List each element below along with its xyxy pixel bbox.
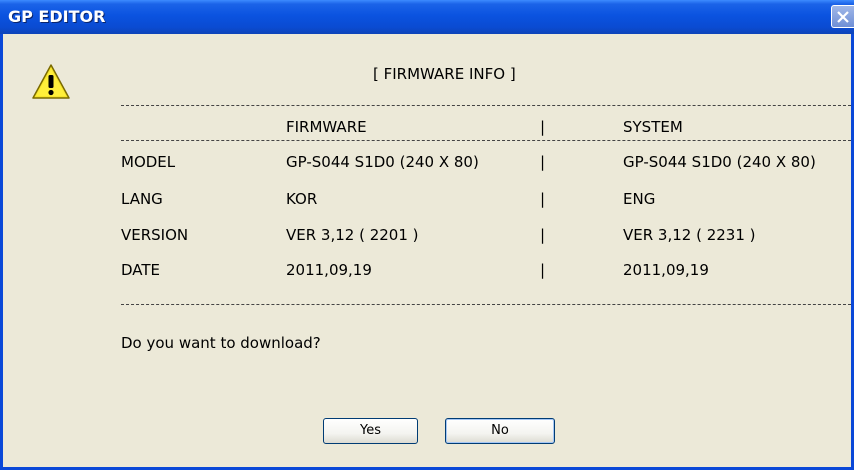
- system-value: GP-S044 S1D0 (240 X 80): [623, 153, 816, 171]
- divider-top: [121, 105, 851, 106]
- row-label: LANG: [121, 190, 163, 208]
- column-separator: |: [540, 261, 546, 279]
- row-label: MODEL: [121, 153, 176, 171]
- close-button[interactable]: [831, 5, 854, 28]
- firmware-value: KOR: [286, 190, 318, 208]
- close-icon: [837, 11, 849, 23]
- dialog-content: [ FIRMWARE INFO ] FIRMWARE | SYSTEM MODE…: [3, 34, 854, 470]
- row-label: VERSION: [121, 226, 189, 244]
- no-button[interactable]: No: [445, 418, 555, 444]
- row-label: DATE: [121, 261, 161, 279]
- column-separator: |: [540, 118, 546, 136]
- title-bar[interactable]: GP EDITOR: [0, 0, 854, 34]
- system-value: VER 3,12 ( 2231 ): [623, 226, 756, 244]
- download-question: Do you want to download?: [121, 334, 321, 352]
- firmware-info-heading: [ FIRMWARE INFO ]: [373, 65, 516, 83]
- firmware-value: 2011,09,19: [286, 261, 372, 279]
- window-title: GP EDITOR: [8, 7, 106, 26]
- yes-button[interactable]: Yes: [323, 418, 418, 444]
- divider-bottom: [121, 304, 851, 305]
- firmware-value: GP-S044 S1D0 (240 X 80): [286, 153, 479, 171]
- column-separator: |: [540, 153, 546, 171]
- column-separator: |: [540, 226, 546, 244]
- divider-header: [121, 140, 851, 141]
- system-value: ENG: [623, 190, 656, 208]
- firmware-value: VER 3,12 ( 2201 ): [286, 226, 419, 244]
- column-separator: |: [540, 190, 546, 208]
- column-header-firmware: FIRMWARE: [286, 118, 367, 136]
- system-value: 2011,09,19: [623, 261, 709, 279]
- column-header-system: SYSTEM: [623, 118, 683, 136]
- dialog-window: GP EDITOR [ FIRMWARE INFO ] FIRMWARE | S…: [0, 0, 854, 470]
